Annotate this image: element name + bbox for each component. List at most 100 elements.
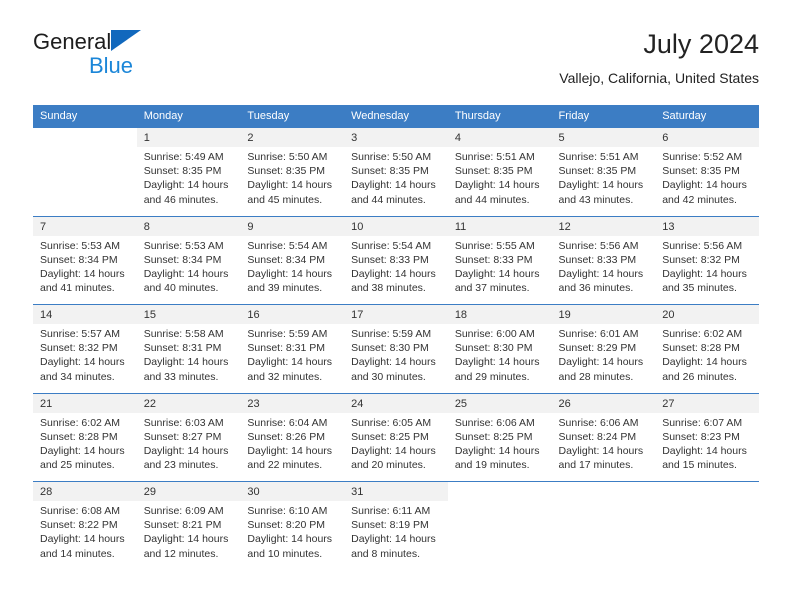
daylight-text: Daylight: 14 hours and 15 minutes. <box>662 444 747 472</box>
sunrise-text: Sunrise: 6:06 AM <box>454 416 535 429</box>
day-number[interactable]: 23 <box>240 393 345 413</box>
day-number[interactable]: 31 <box>344 481 448 501</box>
sunset-text: Sunset: 8:35 PM <box>454 165 533 178</box>
day-number[interactable]: 19 <box>551 304 656 324</box>
sunrise-text: Sunrise: 6:03 AM <box>143 416 224 429</box>
week-info-row: Sunrise: 5:53 AM Sunset: 8:34 PM Daylight:… <box>33 235 759 305</box>
day-number[interactable]: 20 <box>655 304 759 324</box>
sunset-text: Sunset: 8:33 PM <box>454 253 533 266</box>
day-number[interactable]: 15 <box>136 304 241 324</box>
day-info: Sunrise: 5:58 AM Sunset: 8:31 PM Daylight:… <box>136 324 241 393</box>
day-info-empty <box>655 501 759 570</box>
day-number[interactable]: 16 <box>240 304 345 324</box>
sunrise-text: Sunrise: 5:56 AM <box>558 239 639 252</box>
daylight-text: Daylight: 14 hours and 12 minutes. <box>143 533 229 560</box>
day-info-empty <box>551 501 656 570</box>
sunrise-text: Sunrise: 5:54 AM <box>247 239 328 252</box>
sunrise-text: Sunrise: 5:56 AM <box>662 239 743 252</box>
day-number[interactable]: 29 <box>136 481 241 501</box>
daylight-text: Daylight: 14 hours and 23 minutes. <box>143 444 229 472</box>
sunset-text: Sunset: 8:29 PM <box>558 342 637 355</box>
day-info: Sunrise: 6:00 AM Sunset: 8:30 PM Daylight:… <box>447 324 552 393</box>
daylight-text: Daylight: 14 hours and 28 minutes. <box>558 356 644 383</box>
day-number[interactable]: 5 <box>551 127 656 147</box>
day-number[interactable]: 1 <box>136 127 241 147</box>
week-daynumber-row: 7 8 9 10 11 12 13 <box>33 216 759 236</box>
day-number[interactable]: 6 <box>655 127 759 147</box>
sunrise-text: Sunrise: 5:50 AM <box>247 151 328 163</box>
sunrise-text: Sunrise: 5:59 AM <box>351 328 432 340</box>
day-info: Sunrise: 5:56 AM Sunset: 8:32 PM Daylight:… <box>655 235 759 305</box>
week-info-row: Sunrise: 5:57 AM Sunset: 8:32 PM Daylight:… <box>33 324 759 393</box>
day-number[interactable]: 28 <box>33 481 137 501</box>
weekday-header-saturday: Saturday <box>655 105 759 128</box>
day-number[interactable]: 22 <box>136 393 241 413</box>
daylight-text: Daylight: 14 hours and 14 minutes. <box>40 533 125 560</box>
sunrise-text: Sunrise: 6:02 AM <box>662 328 743 340</box>
sunset-text: Sunset: 8:31 PM <box>143 342 222 355</box>
day-number[interactable]: 2 <box>240 127 345 147</box>
page-subtitle: Vallejo, California, United States <box>559 70 759 86</box>
sunset-text: Sunset: 8:24 PM <box>558 430 637 443</box>
day-info: Sunrise: 5:53 AM Sunset: 8:34 PM Daylight:… <box>136 235 241 305</box>
day-number[interactable]: 26 <box>551 393 656 413</box>
day-number-empty <box>33 127 137 147</box>
weekday-header-friday: Friday <box>551 105 656 128</box>
sunrise-text: Sunrise: 6:10 AM <box>247 505 328 517</box>
sunrise-text: Sunrise: 6:07 AM <box>662 416 743 429</box>
day-number[interactable]: 9 <box>240 216 345 236</box>
day-info: Sunrise: 6:09 AM Sunset: 8:21 PM Daylight:… <box>136 501 241 570</box>
calendar-page: General Blue July 2024 Vallejo, Californ… <box>0 0 792 612</box>
day-info: Sunrise: 6:06 AM Sunset: 8:24 PM Daylight:… <box>551 412 656 482</box>
day-info: Sunrise: 6:03 AM Sunset: 8:27 PM Daylight:… <box>136 412 241 482</box>
calendar-table: Sunday Monday Tuesday Wednesday Thursday… <box>33 105 759 570</box>
daylight-text: Daylight: 14 hours and 43 minutes. <box>558 179 644 206</box>
day-info: Sunrise: 6:07 AM Sunset: 8:23 PM Daylight:… <box>655 412 759 482</box>
day-number[interactable]: 25 <box>447 393 552 413</box>
sunset-text: Sunset: 8:19 PM <box>351 519 429 532</box>
week-info-row: Sunrise: 6:02 AM Sunset: 8:28 PM Daylight:… <box>33 412 759 482</box>
day-number[interactable]: 4 <box>447 127 552 147</box>
day-number[interactable]: 21 <box>33 393 137 413</box>
daylight-text: Daylight: 14 hours and 29 minutes. <box>454 356 540 383</box>
day-number[interactable]: 13 <box>655 216 759 236</box>
sunset-text: Sunset: 8:21 PM <box>143 519 222 532</box>
daylight-text: Daylight: 14 hours and 25 minutes. <box>40 444 125 472</box>
sunset-text: Sunset: 8:34 PM <box>247 253 326 266</box>
daylight-text: Daylight: 14 hours and 34 minutes. <box>40 356 125 383</box>
sunrise-text: Sunrise: 6:06 AM <box>558 416 639 429</box>
day-number[interactable]: 27 <box>655 393 759 413</box>
sunrise-text: Sunrise: 5:58 AM <box>143 328 224 340</box>
sunset-text: Sunset: 8:35 PM <box>143 165 222 178</box>
daylight-text: Daylight: 14 hours and 26 minutes. <box>662 356 747 383</box>
day-number[interactable]: 18 <box>447 304 552 324</box>
daylight-text: Daylight: 14 hours and 17 minutes. <box>558 444 644 472</box>
day-number-empty <box>551 481 656 501</box>
day-number[interactable]: 10 <box>344 216 448 236</box>
day-info: Sunrise: 6:02 AM Sunset: 8:28 PM Daylight:… <box>33 412 137 482</box>
day-number[interactable]: 3 <box>344 127 448 147</box>
sunrise-text: Sunrise: 5:54 AM <box>351 239 432 252</box>
day-number[interactable]: 30 <box>240 481 345 501</box>
day-number[interactable]: 24 <box>344 393 448 413</box>
sunset-text: Sunset: 8:34 PM <box>40 253 118 266</box>
day-number-empty <box>447 481 552 501</box>
day-number[interactable]: 11 <box>447 216 552 236</box>
sunset-text: Sunset: 8:30 PM <box>351 342 429 355</box>
calendar-body: 1 2 3 4 5 6 Sunrise: 5:49 AM Sunset: 8:35 PM Day… <box>33 127 759 570</box>
daylight-text: Daylight: 14 hours and 22 minutes. <box>247 444 333 472</box>
sunrise-text: Sunrise: 6:05 AM <box>351 416 432 429</box>
day-info-empty <box>447 501 552 570</box>
day-number[interactable]: 8 <box>136 216 241 236</box>
sunrise-text: Sunrise: 5:59 AM <box>247 328 328 340</box>
sunrise-text: Sunrise: 6:09 AM <box>143 505 224 517</box>
daylight-text: Daylight: 14 hours and 41 minutes. <box>40 267 125 295</box>
day-number[interactable]: 17 <box>344 304 448 324</box>
day-number[interactable]: 14 <box>33 304 137 324</box>
sunrise-text: Sunrise: 5:50 AM <box>351 151 432 163</box>
daylight-text: Daylight: 14 hours and 33 minutes. <box>143 356 229 383</box>
day-number[interactable]: 7 <box>33 216 137 236</box>
week-daynumber-row: 28 29 30 31 <box>33 481 759 501</box>
day-number[interactable]: 12 <box>551 216 656 236</box>
sunset-text: Sunset: 8:33 PM <box>351 253 429 266</box>
